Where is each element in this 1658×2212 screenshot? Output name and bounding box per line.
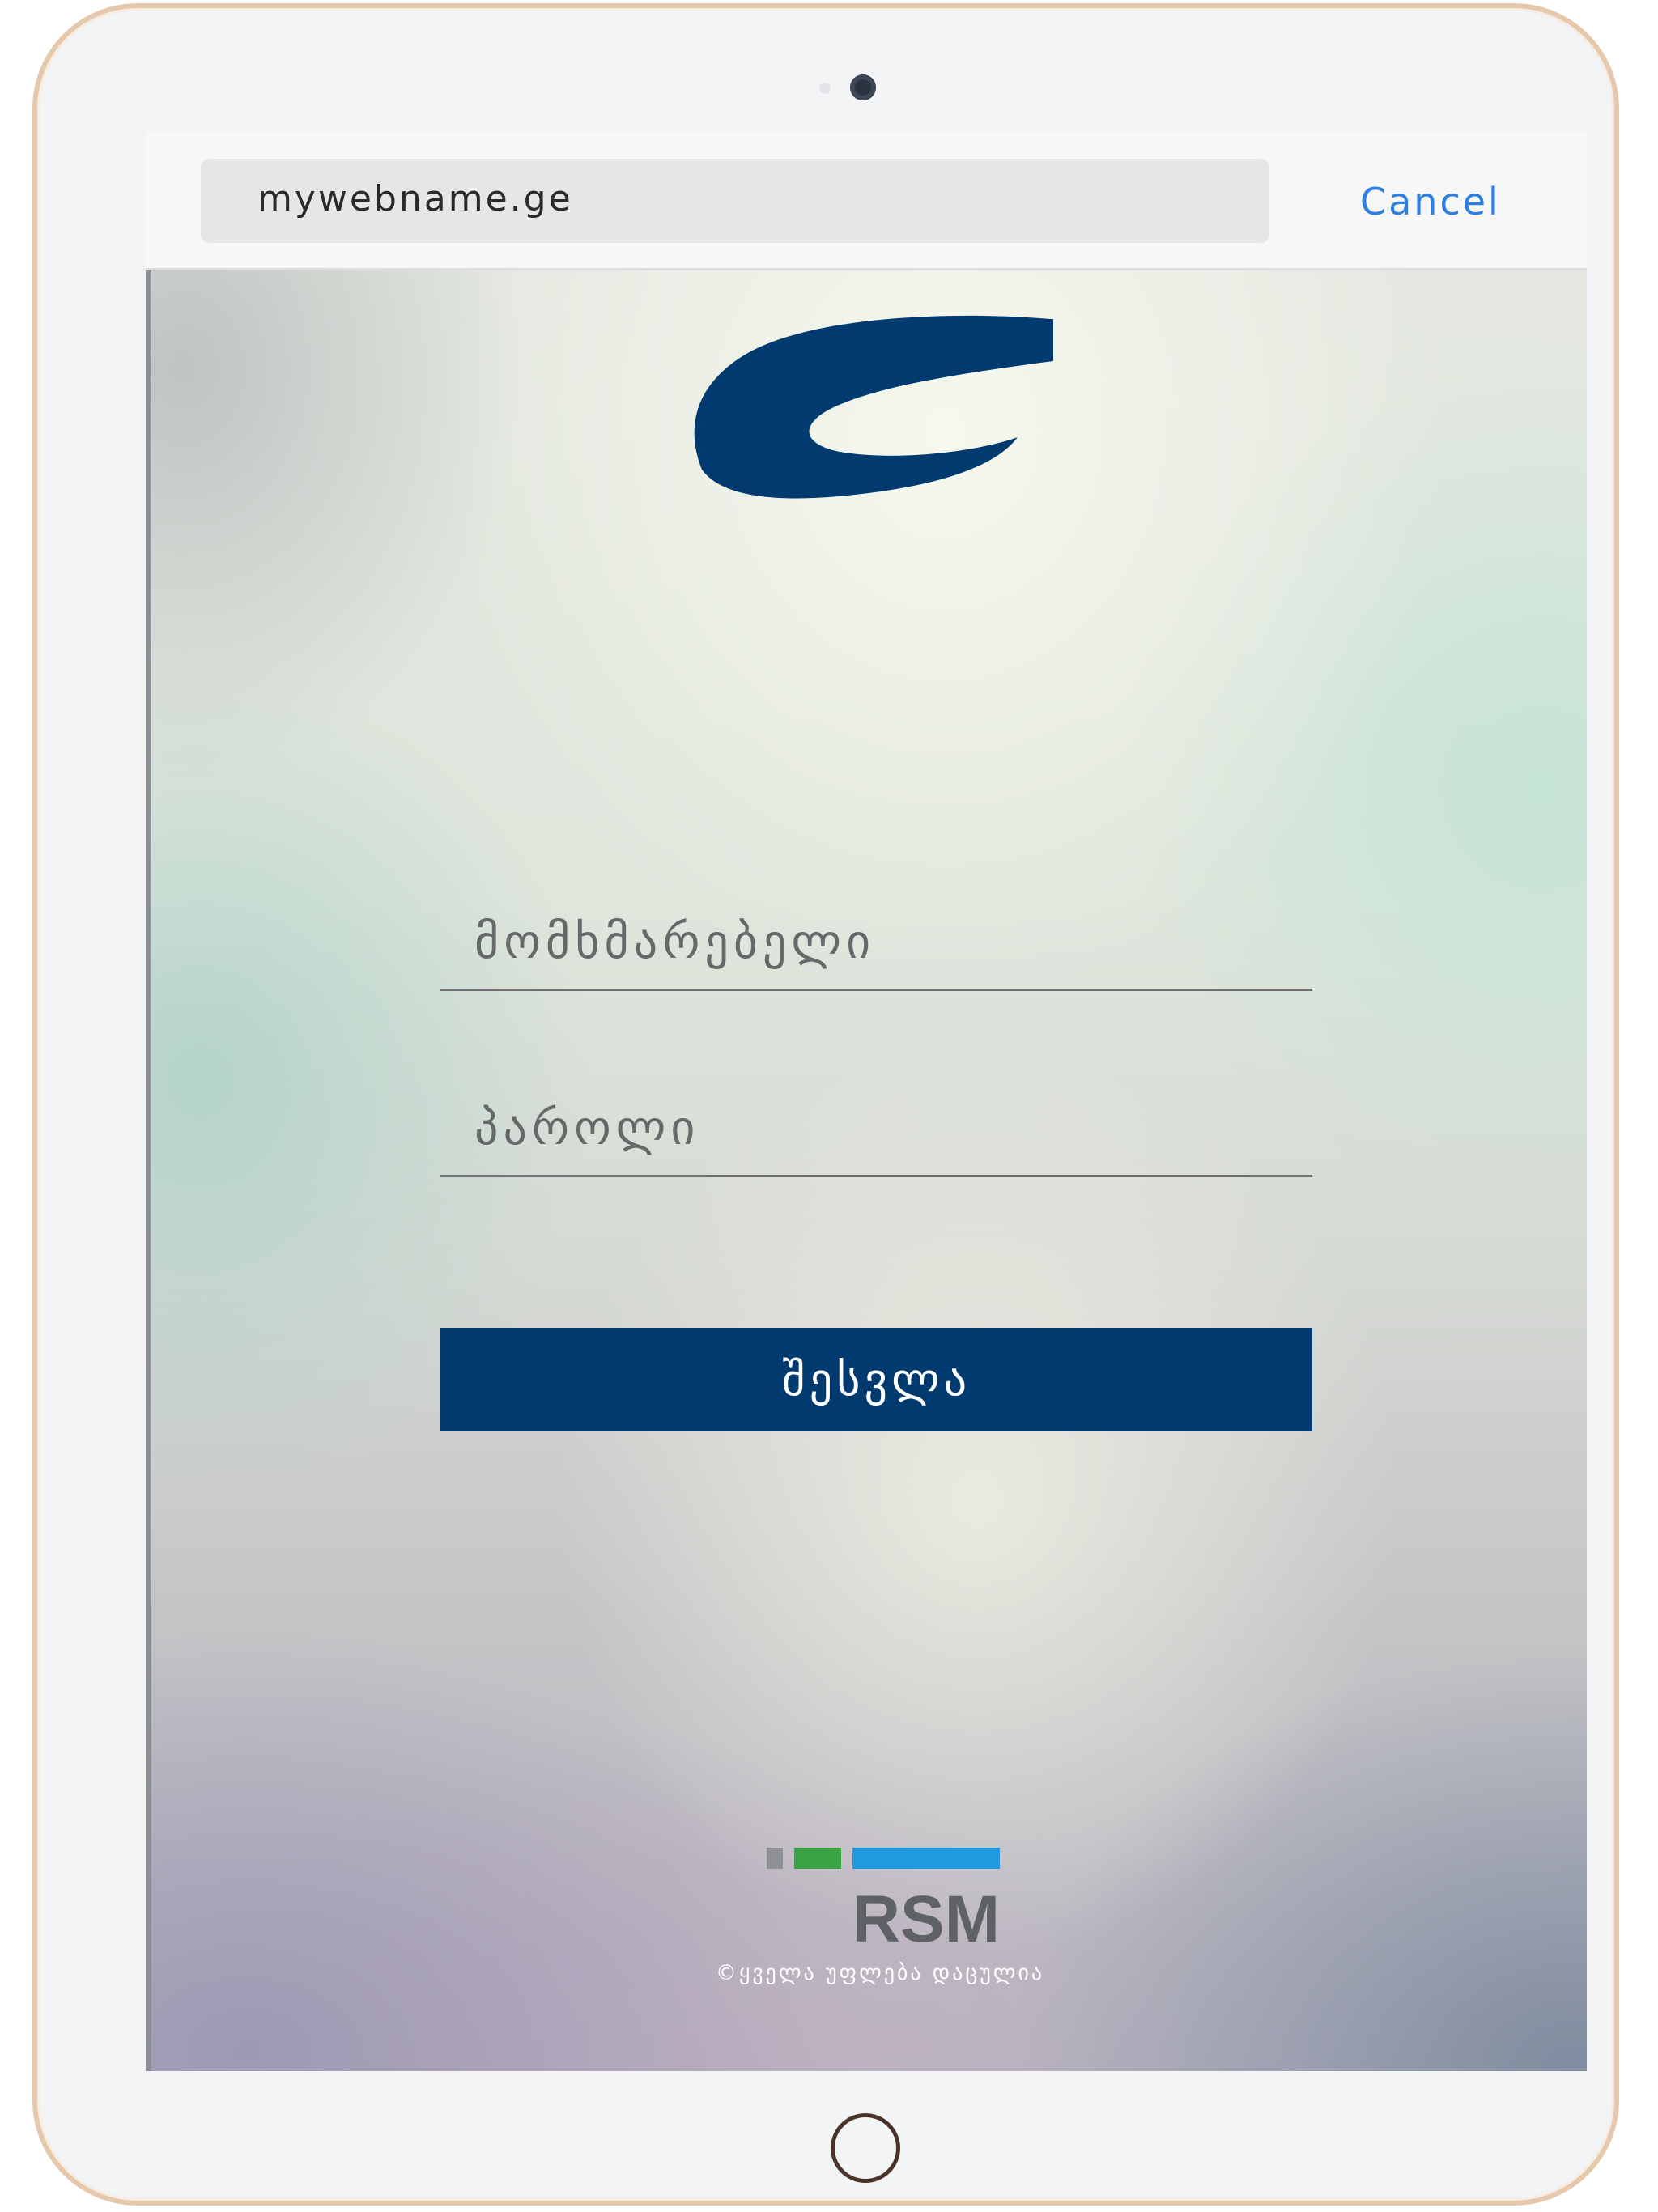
username-field[interactable] [440,894,1312,991]
sensor-dot [819,83,831,94]
login-button[interactable]: შესვლა [440,1328,1312,1431]
tablet-frame: mywebname.ge Cancel შესვლა RSM ©ყველა უფ… [32,3,1619,2206]
login-page: შესვლა RSM ©ყველა უფლება დაცულია [151,270,1587,2071]
tablet-screen: mywebname.ge Cancel შესვლა RSM ©ყველა უფ… [146,131,1587,2071]
home-button[interactable] [831,2113,900,2183]
rsm-brand-text: RSM [852,1882,1000,1953]
cancel-button[interactable]: Cancel [1360,180,1501,223]
url-field[interactable]: mywebname.ge [201,159,1269,243]
rsm-logo-icon: RSM [767,1848,1000,1953]
front-camera-icon [850,74,876,100]
copyright-text: ©ყველა უფლება დაცულია [715,1961,1045,1985]
page-left-edge [146,270,151,2071]
browser-address-bar: mywebname.ge Cancel [146,131,1587,270]
company-logo-icon [694,315,1053,499]
password-field[interactable] [440,1080,1312,1177]
